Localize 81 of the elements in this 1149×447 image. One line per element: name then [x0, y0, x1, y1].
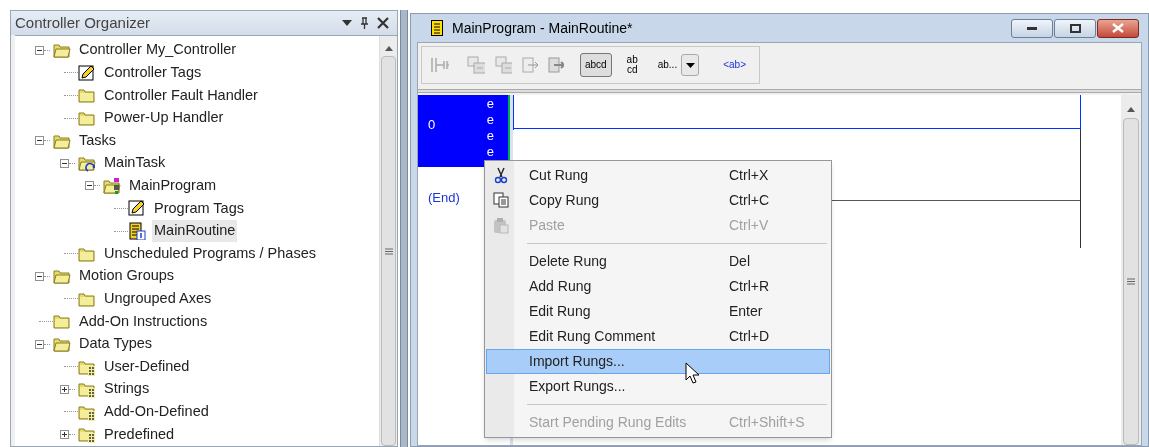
collapse-icon[interactable]	[85, 181, 94, 191]
tree-item[interactable]: Power-Up Handler	[102, 107, 226, 129]
end-label: (End)	[428, 189, 460, 207]
tree-item[interactable]: Controller Fault Handler	[102, 84, 260, 107]
tree-item[interactable]: Motion Groups	[77, 265, 177, 288]
vertical-scrollbar[interactable]	[379, 36, 397, 446]
menu-item[interactable]: Export Rungs...	[486, 374, 830, 399]
rung-number: 0	[428, 116, 437, 134]
tree-item[interactable]: MainProgram	[127, 175, 219, 197]
maximize-icon	[1069, 23, 1081, 33]
collapse-icon[interactable]	[35, 45, 44, 55]
rung-marker: e	[486, 128, 494, 144]
grip-icon	[1127, 278, 1135, 285]
collapse-icon[interactable]	[35, 271, 44, 281]
scroll-up-icon[interactable]	[384, 46, 393, 51]
scroll-up-icon[interactable]	[1127, 107, 1135, 112]
tree-item[interactable]: User-Defined	[102, 355, 192, 378]
open-folder-icon	[53, 267, 71, 286]
pencil-tag-icon	[78, 63, 96, 82]
tree-item[interactable]: MainRoutine	[152, 220, 238, 242]
dropdown-icon[interactable]	[342, 20, 352, 26]
datatype-folder-icon	[78, 425, 96, 444]
toolbar-button[interactable]: abcd	[579, 53, 612, 77]
tree-item[interactable]: Predefined	[102, 423, 177, 446]
mouse-cursor-icon	[685, 362, 699, 384]
tree-item[interactable]: Strings	[102, 378, 152, 401]
program-folder-icon	[103, 176, 121, 195]
toolbar-button[interactable]: ab cd	[621, 53, 643, 77]
ladder-icon	[431, 20, 443, 36]
datatype-folder-icon	[78, 380, 96, 399]
collapse-icon[interactable]	[35, 339, 44, 349]
export-icon[interactable]	[548, 57, 564, 73]
minimize-button[interactable]	[1011, 18, 1053, 38]
menu-item[interactable]: Add Rung Ctrl+R	[486, 274, 830, 299]
collapse-icon[interactable]	[60, 158, 69, 168]
tree-item[interactable]: Unscheduled Programs / Phases	[102, 242, 318, 265]
rung-marker: e	[486, 112, 494, 128]
tree-item[interactable]: Ungrouped Axes	[102, 287, 214, 310]
menu-item[interactable]: Copy Rung Ctrl+C	[486, 188, 830, 213]
tree-item[interactable]: Add-On-Defined	[102, 400, 211, 423]
expand-icon[interactable]	[60, 429, 69, 439]
expand-icon[interactable]	[60, 384, 69, 394]
tree-item[interactable]: Add-On Instructions	[77, 310, 210, 333]
folder-icon	[53, 312, 71, 331]
panel-title: Controller Organizer	[15, 12, 152, 33]
maximize-button[interactable]	[1054, 18, 1096, 38]
tree-item[interactable]: Tasks	[77, 129, 119, 152]
folder-icon	[78, 86, 96, 105]
scissors-icon	[493, 167, 509, 184]
task-folder-icon	[78, 154, 96, 173]
menu-item[interactable]: Edit Rung Comment Ctrl+D	[486, 324, 830, 349]
tree-item[interactable]: Data Types	[77, 333, 155, 355]
pin-icon[interactable]	[360, 17, 369, 29]
close-icon	[1112, 23, 1124, 33]
tree-item[interactable]: Controller My_Controller	[77, 39, 239, 62]
toolbar-button[interactable]: <ab>	[718, 53, 751, 77]
tree-item[interactable]: Program Tags	[152, 197, 246, 220]
copy-icon	[493, 192, 509, 209]
rung-header[interactable]: 0 e e e e	[418, 95, 510, 167]
close-icon[interactable]	[377, 17, 389, 29]
dropdown-icon[interactable]	[681, 54, 700, 76]
vertical-scrollbar[interactable]	[1121, 95, 1141, 445]
menu-item[interactable]: Import Rungs...	[486, 349, 830, 374]
routine-icon	[128, 222, 146, 241]
tree-item[interactable]: Controller Tags	[102, 62, 204, 84]
rung-marker: e	[486, 144, 494, 160]
open-folder-icon	[53, 41, 71, 60]
grip-icon	[384, 247, 393, 255]
pencil-tag-icon	[128, 199, 146, 218]
close-button[interactable]	[1097, 18, 1139, 38]
tree-item[interactable]: MainTask	[102, 152, 168, 175]
collapse-icon[interactable]	[35, 136, 44, 146]
toolbar-button[interactable]: ab...	[652, 53, 701, 77]
menu-item[interactable]: Edit Rung Enter	[486, 299, 830, 324]
open-folder-icon	[53, 335, 71, 353]
folder-icon	[78, 109, 96, 128]
window-title: MainProgram - MainRoutine*	[452, 18, 634, 38]
menu-item[interactable]: Delete Rung Del	[486, 249, 830, 274]
minimize-icon	[1027, 26, 1037, 30]
clipboard-icon	[493, 217, 509, 234]
rung-marker: e	[486, 96, 494, 112]
